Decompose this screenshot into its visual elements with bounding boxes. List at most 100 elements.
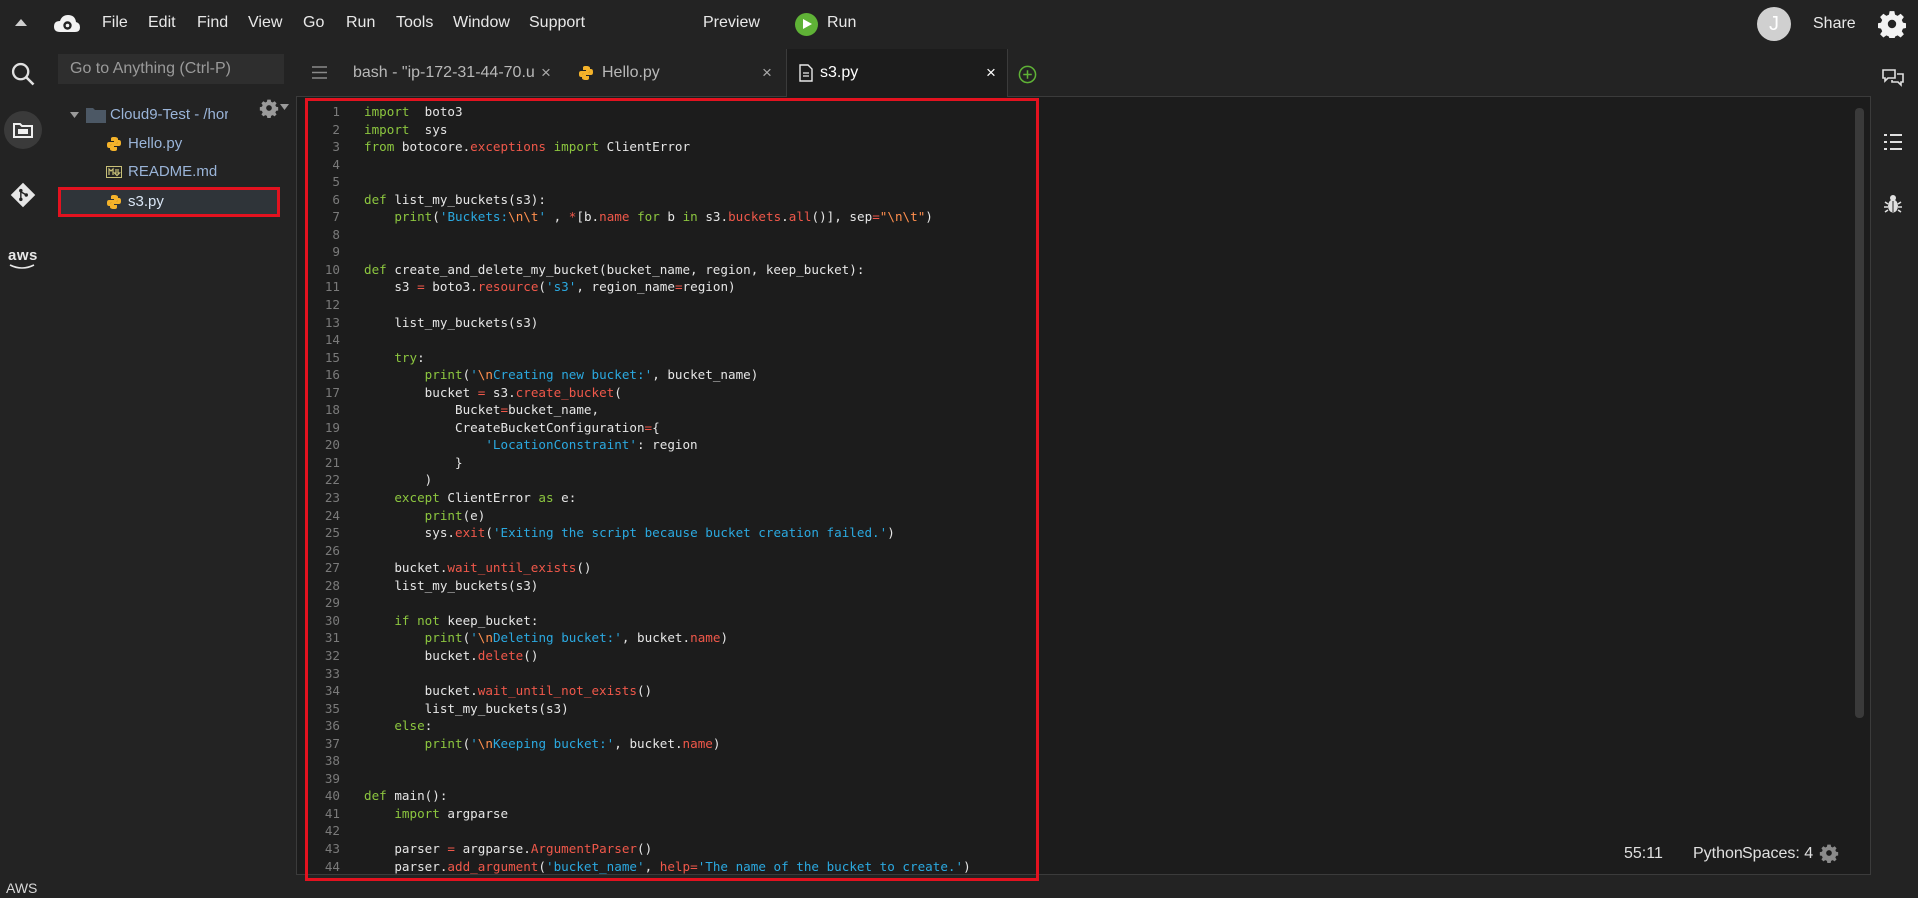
code-token: = xyxy=(500,402,509,418)
code-token: = xyxy=(644,419,653,435)
code-line[interactable]: def list_my_buckets(s3): xyxy=(364,191,971,209)
code-line[interactable] xyxy=(364,243,971,261)
run-button[interactable]: Run xyxy=(827,14,856,32)
menu-go[interactable]: Go xyxy=(303,14,324,32)
run-icon[interactable] xyxy=(795,13,818,36)
menu-support[interactable]: Support xyxy=(529,14,585,32)
code-line[interactable]: import argparse xyxy=(364,805,971,823)
code-line[interactable]: parser = argparse.ArgumentParser() xyxy=(364,840,971,858)
menu-edit[interactable]: Edit xyxy=(148,14,176,32)
code-line[interactable] xyxy=(364,752,971,770)
tree-settings-icon[interactable] xyxy=(259,98,279,118)
editor-scrollbar[interactable] xyxy=(1855,108,1864,718)
menu-window[interactable]: Window xyxy=(453,14,510,32)
code-line[interactable]: bucket.wait_until_not_exists() xyxy=(364,682,971,700)
editor-settings-gear-icon[interactable] xyxy=(1819,843,1839,863)
indent-setting[interactable]: Spaces: 4 xyxy=(1742,845,1813,863)
code-editor[interactable]: import boto3 import sys from botocore.exce… xyxy=(364,103,971,875)
line-number: 6 xyxy=(332,191,340,207)
close-icon[interactable]: × xyxy=(986,49,996,97)
code-line[interactable]: list_my_buckets(s3) xyxy=(364,314,971,332)
collapse-menu-icon[interactable] xyxy=(15,19,27,26)
code-line[interactable]: print('\nCreating new bucket:', bucket_n… xyxy=(364,366,971,384)
language-mode[interactable]: Python xyxy=(1693,845,1743,863)
code-line[interactable]: bucket = s3.create_bucket( xyxy=(364,384,971,402)
code-line[interactable]: def main(): xyxy=(364,787,971,805)
code-token: "\n\t" xyxy=(879,209,926,225)
code-line[interactable]: def create_and_delete_my_bucket(bucket_n… xyxy=(364,261,971,279)
tab-s3-py-active[interactable]: s3.py × xyxy=(786,49,1008,97)
code-line[interactable]: list_my_buckets(s3) xyxy=(364,700,971,718)
code-token: ()], sep xyxy=(811,209,873,225)
code-token: help xyxy=(659,858,691,874)
code-token: ' xyxy=(538,209,547,225)
code-line[interactable]: list_my_buckets(s3) xyxy=(364,577,971,595)
search-icon[interactable] xyxy=(9,60,37,88)
code-line[interactable]: print('\nKeeping bucket:', bucket.name) xyxy=(364,735,971,753)
code-line[interactable]: bucket.wait_until_exists() xyxy=(364,559,971,577)
code-line[interactable] xyxy=(364,156,971,174)
menu-find[interactable]: Find xyxy=(197,14,228,32)
code-line[interactable]: import sys xyxy=(364,121,971,139)
code-line[interactable]: import boto3 xyxy=(364,103,971,121)
code-line[interactable] xyxy=(364,296,971,314)
code-line[interactable]: try: xyxy=(364,349,971,367)
menu-file[interactable]: File xyxy=(102,14,128,32)
collaborate-chat-icon[interactable] xyxy=(1881,66,1905,90)
tab-hello-py[interactable]: Hello.py × xyxy=(564,49,786,97)
avatar[interactable]: J xyxy=(1757,7,1791,41)
code-line[interactable]: else: xyxy=(364,717,971,735)
code-line[interactable]: if not keep_bucket: xyxy=(364,612,971,630)
aws-logo-icon[interactable]: aws xyxy=(8,248,38,274)
code-line[interactable]: print('\nDeleting bucket:', bucket.name) xyxy=(364,629,971,647)
close-icon[interactable]: × xyxy=(762,49,772,97)
code-line[interactable]: s3 = boto3.resource('s3', region_name=re… xyxy=(364,278,971,296)
code-line[interactable]: } xyxy=(364,454,971,472)
settings-gear-icon[interactable] xyxy=(1878,10,1906,38)
cursor-position[interactable]: 55:11 xyxy=(1624,845,1663,863)
folder-expand-icon[interactable] xyxy=(70,112,79,118)
line-number: 12 xyxy=(324,297,340,313)
chevron-down-icon[interactable] xyxy=(280,104,289,110)
code-token: all xyxy=(788,209,812,225)
outline-list-icon[interactable] xyxy=(1881,130,1905,154)
debugger-bug-icon[interactable] xyxy=(1881,192,1905,216)
code-line[interactable]: print(e) xyxy=(364,507,971,525)
code-line[interactable] xyxy=(364,173,971,191)
preview-button[interactable]: Preview xyxy=(703,14,760,32)
code-line[interactable]: CreateBucketConfiguration={ xyxy=(364,419,971,437)
source-control-icon[interactable] xyxy=(10,182,36,208)
code-line[interactable]: parser.add_argument('bucket_name', help=… xyxy=(364,858,970,876)
code-token: . xyxy=(781,209,789,225)
code-line[interactable]: bucket.delete() xyxy=(364,647,971,665)
code-token: Bucket xyxy=(364,402,501,418)
code-line[interactable] xyxy=(364,770,971,788)
code-line[interactable] xyxy=(364,331,971,349)
code-line[interactable]: from botocore.exceptions import ClientEr… xyxy=(364,138,971,156)
code-line[interactable]: Bucket=bucket_name, xyxy=(364,401,971,419)
code-line[interactable]: sys.exit('Exiting the script because buc… xyxy=(364,524,971,542)
tab-menu-icon[interactable] xyxy=(312,66,327,79)
code-line[interactable]: except ClientError as e: xyxy=(364,489,971,507)
code-line[interactable] xyxy=(364,665,971,683)
go-to-anything-input[interactable] xyxy=(58,54,284,84)
tab-bash[interactable]: bash - "ip-172-31-44-70.u × xyxy=(338,49,558,97)
code-line[interactable] xyxy=(364,226,971,244)
code-line[interactable] xyxy=(364,542,971,560)
code-line[interactable]: print('Buckets:\n\t' , *[b.name for b in… xyxy=(364,208,971,226)
new-tab-plus-icon[interactable] xyxy=(1018,65,1037,84)
code-line[interactable]: 'LocationConstraint': region xyxy=(364,436,971,454)
menu-run[interactable]: Run xyxy=(346,14,375,32)
code-token: sys xyxy=(409,121,448,137)
menu-tools[interactable]: Tools xyxy=(396,14,433,32)
cloud9-logo-icon[interactable] xyxy=(53,12,81,36)
code-line[interactable] xyxy=(364,594,971,612)
code-line[interactable]: ) xyxy=(364,471,971,489)
close-icon[interactable]: × xyxy=(541,49,551,97)
share-button[interactable]: Share xyxy=(1813,15,1856,33)
environment-files-icon[interactable] xyxy=(11,118,35,142)
code-line[interactable] xyxy=(364,822,971,840)
menu-view[interactable]: View xyxy=(248,14,282,32)
